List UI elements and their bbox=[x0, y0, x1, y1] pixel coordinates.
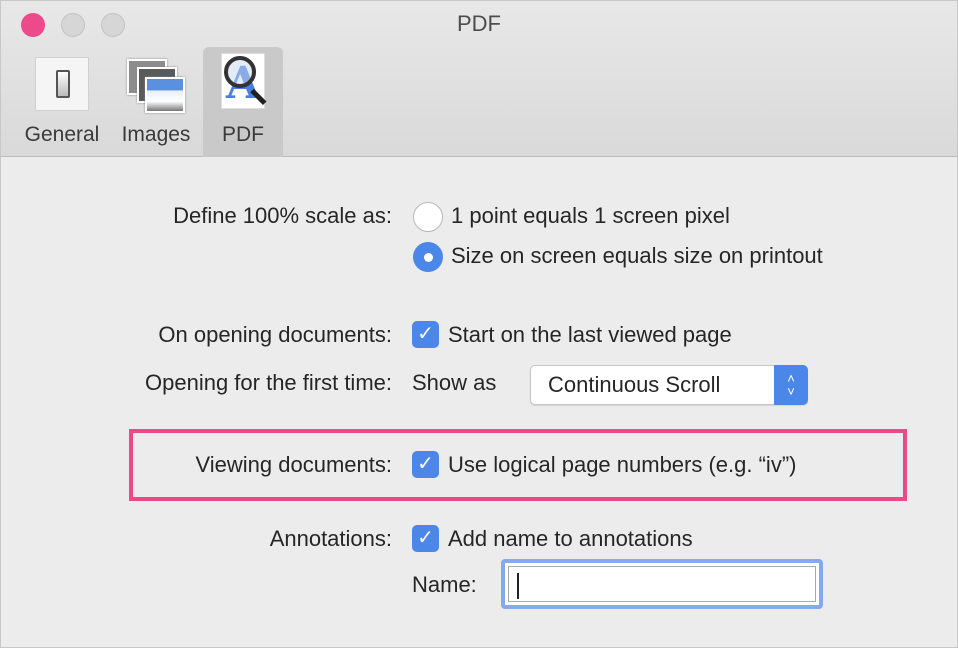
photo-stack-icon bbox=[127, 59, 187, 115]
tab-label: General bbox=[24, 123, 100, 146]
name-label: Name: bbox=[412, 572, 477, 597]
tab-images[interactable]: Images bbox=[111, 47, 201, 157]
tab-pdf[interactable]: A PDF bbox=[203, 47, 283, 157]
start-last-page-checkbox[interactable]: ✓ bbox=[412, 321, 439, 348]
name-input[interactable] bbox=[508, 566, 816, 602]
radio-size-equals-printout[interactable] bbox=[413, 242, 443, 272]
light-switch-icon bbox=[35, 57, 89, 111]
checkbox-label: Add name to annotations bbox=[448, 526, 693, 551]
text-caret bbox=[517, 573, 519, 599]
annotations-label: Annotations: bbox=[269, 526, 392, 551]
radio-label: Size on screen equals size on printout bbox=[451, 243, 823, 268]
preferences-window: PDF General Images A PDF Define 100% sca… bbox=[0, 0, 958, 648]
opening-label: On opening documents: bbox=[158, 322, 392, 347]
viewing-label: Viewing documents: bbox=[195, 452, 393, 477]
radio-point-equals-pixel[interactable] bbox=[413, 202, 443, 232]
window-title: PDF bbox=[457, 11, 501, 36]
add-name-checkbox[interactable]: ✓ bbox=[412, 525, 439, 552]
logical-page-numbers-checkbox[interactable]: ✓ bbox=[412, 451, 439, 478]
toolbar: PDF General Images A PDF bbox=[1, 1, 957, 157]
name-field-focus-ring bbox=[501, 559, 823, 609]
chevron-up-down-icon[interactable]: ˄ ˅ bbox=[774, 365, 808, 405]
select-value: Continuous Scroll bbox=[548, 372, 721, 397]
show-as-label: Show as bbox=[412, 370, 497, 395]
magnifier-letter-a-icon: A bbox=[221, 53, 267, 109]
display-mode-select[interactable]: Continuous Scroll ˄ ˅ bbox=[530, 365, 808, 405]
checkbox-label: Start on the last viewed page bbox=[448, 322, 732, 347]
tab-general[interactable]: General bbox=[15, 47, 109, 157]
first-time-label: Opening for the first time: bbox=[145, 370, 392, 395]
scale-label: Define 100% scale as: bbox=[173, 203, 392, 228]
tab-label: Images bbox=[121, 123, 191, 146]
tab-label: PDF bbox=[222, 123, 264, 146]
radio-label: 1 point equals 1 screen pixel bbox=[451, 203, 730, 228]
checkbox-label: Use logical page numbers (e.g. “iv”) bbox=[448, 452, 797, 477]
